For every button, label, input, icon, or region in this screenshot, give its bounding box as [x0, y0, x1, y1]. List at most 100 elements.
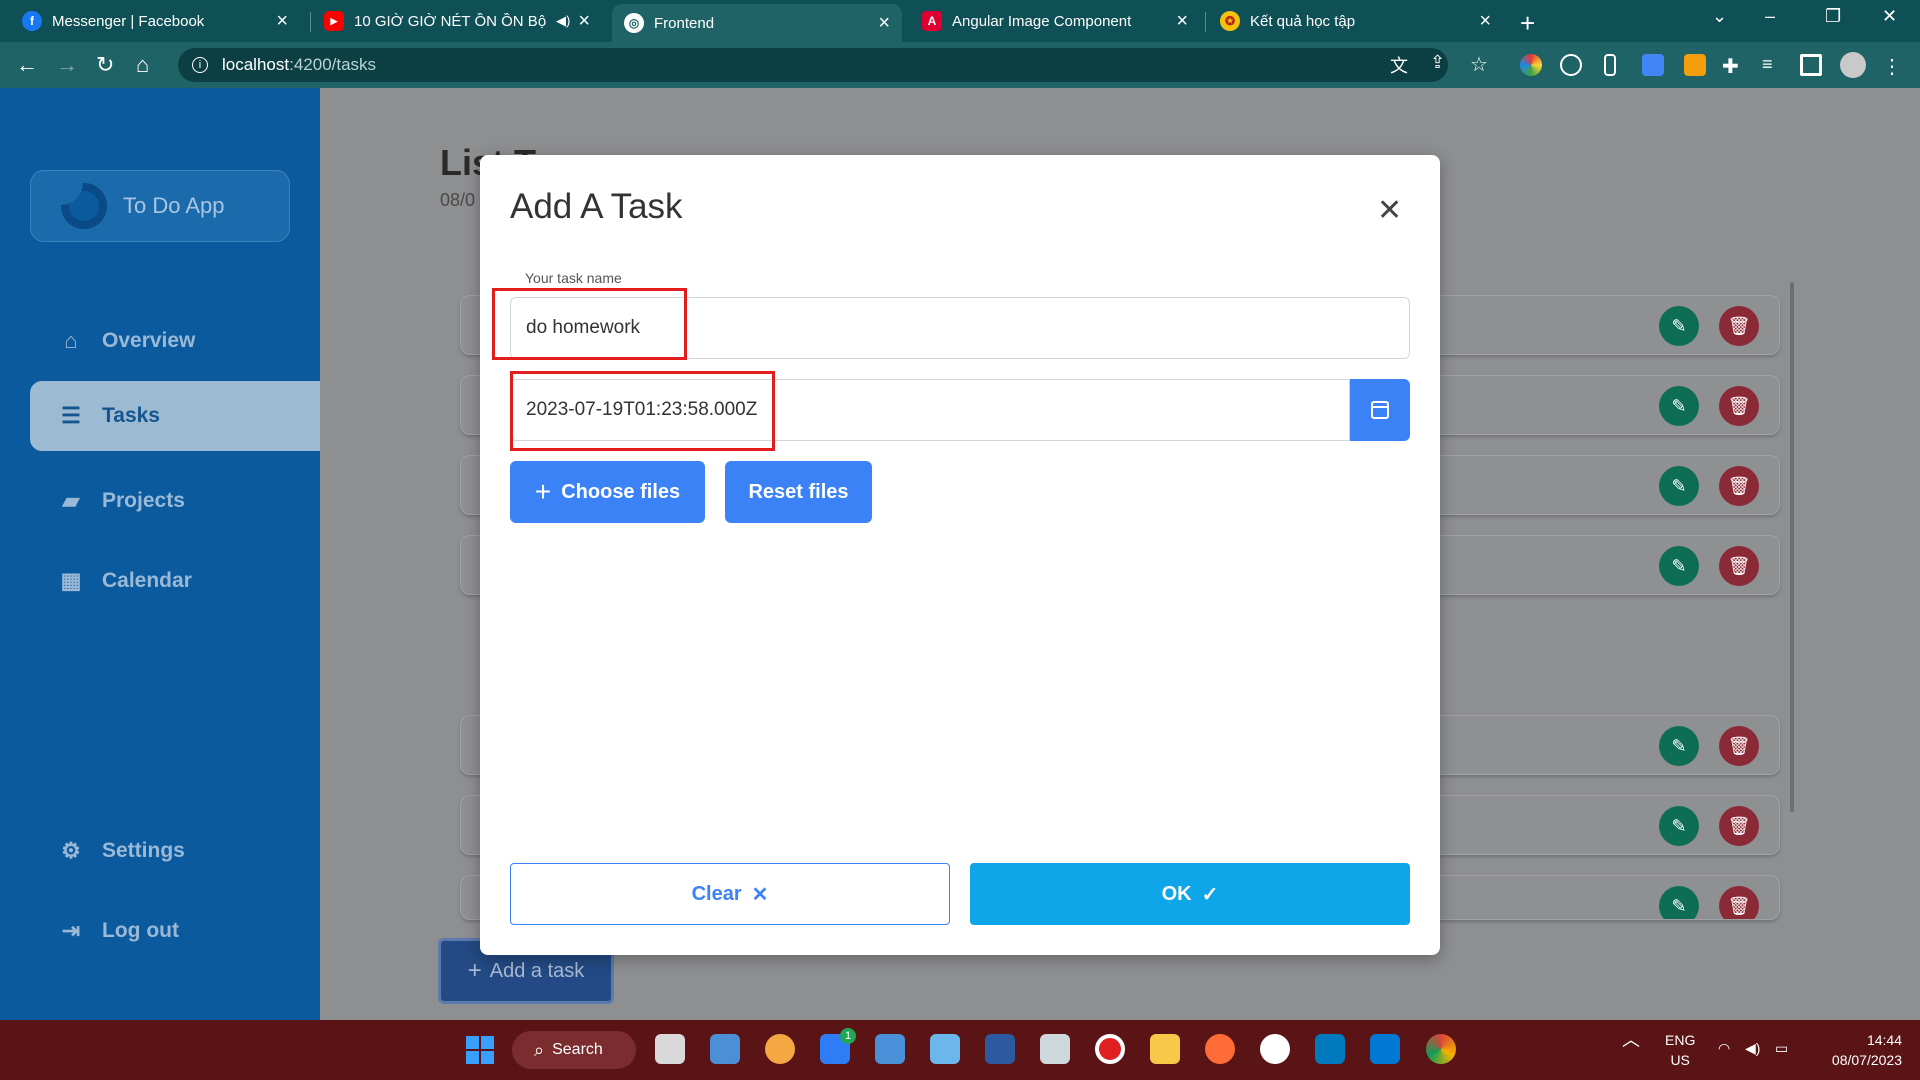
- trash-icon[interactable]: 🗑: [1719, 726, 1759, 766]
- extension-compass-icon[interactable]: [1560, 54, 1582, 76]
- extension-off-icon[interactable]: [1684, 54, 1706, 76]
- url-host: localhost: [222, 55, 290, 74]
- edit-icon[interactable]: ✎: [1659, 306, 1699, 346]
- reload-icon[interactable]: ↻: [96, 52, 114, 78]
- puzzle-icon[interactable]: ✚: [1722, 54, 1744, 78]
- sidebar-item-projects[interactable]: ▰ Projects: [30, 466, 320, 536]
- window-close-icon[interactable]: ✕: [1882, 6, 1897, 27]
- url-input[interactable]: i localhost:4200/tasks: [178, 48, 1448, 82]
- home-icon[interactable]: ⌂: [136, 52, 149, 78]
- region-code: US: [1670, 1052, 1690, 1068]
- sidebar-item-overview[interactable]: ⌂ Overview: [30, 306, 320, 376]
- installer-icon[interactable]: [1040, 1034, 1070, 1064]
- logout-icon: ⇥: [61, 918, 81, 943]
- edit-icon[interactable]: ✎: [1659, 466, 1699, 506]
- choose-files-button[interactable]: + Choose files: [510, 461, 705, 523]
- wifi-icon[interactable]: ◠: [1718, 1038, 1730, 1058]
- tab-messenger[interactable]: f Messenger | Facebook ×: [10, 0, 300, 42]
- edit-icon[interactable]: ✎: [1659, 546, 1699, 586]
- logo-icon: [61, 183, 107, 229]
- edit-icon[interactable]: ✎: [1659, 386, 1699, 426]
- close-tab-icon[interactable]: ×: [276, 10, 288, 33]
- site-info-icon[interactable]: i: [192, 57, 208, 73]
- extension-color-icon[interactable]: [1520, 54, 1542, 76]
- windows-start-icon[interactable]: [466, 1036, 494, 1064]
- notepad-icon[interactable]: [875, 1034, 905, 1064]
- globe-icon: ◎: [624, 13, 644, 33]
- reading-list-icon[interactable]: ≡: [1762, 54, 1784, 76]
- tab-angular[interactable]: A Angular Image Component ×: [910, 0, 1200, 42]
- sidebar-item-label: Tasks: [102, 404, 160, 427]
- new-tab-icon[interactable]: +: [1520, 8, 1535, 39]
- sidebar-item-settings[interactable]: ⚙ Settings: [30, 816, 320, 886]
- trash-icon[interactable]: 🗑: [1719, 546, 1759, 586]
- back-icon[interactable]: ←: [16, 52, 38, 78]
- tab-search-chevron-icon[interactable]: ⌄: [1712, 6, 1727, 27]
- youtube-icon: ▶: [324, 11, 344, 31]
- close-icon[interactable]: ✕: [1377, 193, 1402, 228]
- forward-icon[interactable]: →: [56, 52, 78, 78]
- restore-icon[interactable]: ❐: [1825, 6, 1841, 27]
- postman-icon[interactable]: [1205, 1034, 1235, 1064]
- trash-icon[interactable]: 🗑: [1719, 386, 1759, 426]
- trash-icon[interactable]: 🗑: [1719, 306, 1759, 346]
- close-tab-icon[interactable]: ×: [578, 10, 590, 33]
- weather-icon[interactable]: [765, 1034, 795, 1064]
- clear-button[interactable]: Clear ✕: [510, 863, 950, 925]
- edit-icon[interactable]: ✎: [1659, 886, 1699, 919]
- browser-tab-bar: f Messenger | Facebook × ▶ 10 GIỜ GIỜ NÉ…: [0, 0, 1920, 42]
- language-indicator[interactable]: ENG US: [1665, 1030, 1695, 1070]
- date-picker-button[interactable]: [1350, 379, 1410, 441]
- volume-icon[interactable]: ◀): [1745, 1038, 1760, 1058]
- bookmark-star-icon[interactable]: ☆: [1470, 52, 1488, 77]
- battery-icon[interactable]: ▭: [1775, 1038, 1788, 1058]
- mongodb-icon[interactable]: [1260, 1034, 1290, 1064]
- taskbar-search-label: Search: [552, 1041, 603, 1058]
- task-view-icon[interactable]: [655, 1034, 685, 1064]
- clock[interactable]: 14:44 08/07/2023: [1812, 1030, 1902, 1070]
- edit-icon[interactable]: ✎: [1659, 806, 1699, 846]
- file-explorer-icon[interactable]: [1150, 1034, 1180, 1064]
- powershell-icon[interactable]: [985, 1034, 1015, 1064]
- sidebar-item-label: Overview: [102, 329, 196, 352]
- tab-youtube[interactable]: ▶ 10 GIỜ GIỜ NÉT ỒN ỒN Bộ ◀) ×: [312, 0, 602, 42]
- extension-phone-icon[interactable]: [1604, 54, 1616, 76]
- reset-files-button[interactable]: Reset files: [725, 461, 872, 523]
- scrollbar[interactable]: [1790, 282, 1794, 812]
- record-icon[interactable]: [1095, 1034, 1125, 1064]
- trash-icon[interactable]: 🗑: [1719, 806, 1759, 846]
- trello-icon[interactable]: [1315, 1034, 1345, 1064]
- tray-chevron-icon[interactable]: ︿: [1622, 1030, 1640, 1050]
- trash-icon[interactable]: 🗑: [1719, 466, 1759, 506]
- extension-docs-icon[interactable]: [1642, 54, 1664, 76]
- more-vert-icon[interactable]: ⋮: [1882, 54, 1904, 78]
- share-icon[interactable]: ⇪: [1430, 52, 1445, 73]
- taskbar-search-button[interactable]: ⌕ Search: [512, 1031, 636, 1069]
- tab-label: Messenger | Facebook: [52, 12, 205, 30]
- close-tab-icon[interactable]: ×: [1479, 10, 1491, 33]
- vscode-icon[interactable]: [1370, 1034, 1400, 1064]
- monitor-app-icon[interactable]: [710, 1034, 740, 1064]
- tab-frontend[interactable]: ◎ Frontend ×: [612, 4, 902, 42]
- trash-icon[interactable]: 🗑: [1719, 886, 1759, 919]
- speaker-icon[interactable]: ◀): [556, 13, 570, 29]
- sidebar-item-tasks[interactable]: ☰ Tasks: [30, 381, 320, 451]
- translate-icon[interactable]: 文: [1390, 52, 1408, 78]
- minimize-icon[interactable]: –: [1765, 6, 1775, 27]
- sidebar-item-calendar[interactable]: ▦ Calendar: [30, 546, 320, 616]
- sidebar-item-logout[interactable]: ⇥ Log out: [30, 896, 320, 966]
- chrome-icon[interactable]: [1426, 1034, 1456, 1064]
- close-tab-icon[interactable]: ×: [1176, 10, 1188, 33]
- app-logo[interactable]: To Do App: [30, 170, 290, 242]
- tab-label: Frontend: [654, 14, 715, 32]
- close-tab-icon[interactable]: ×: [878, 12, 890, 35]
- plus-icon: +: [534, 476, 552, 507]
- side-panel-icon[interactable]: [1800, 54, 1822, 76]
- ok-button[interactable]: OK ✓: [970, 863, 1410, 925]
- tab-divider: [310, 12, 311, 32]
- profile-avatar[interactable]: [1840, 52, 1866, 78]
- remote-desktop-icon[interactable]: [930, 1034, 960, 1064]
- tab-ket-qua[interactable]: ✪ Kết quả học tập ×: [1208, 0, 1503, 42]
- add-task-label: Add a task: [489, 959, 585, 982]
- edit-icon[interactable]: ✎: [1659, 726, 1699, 766]
